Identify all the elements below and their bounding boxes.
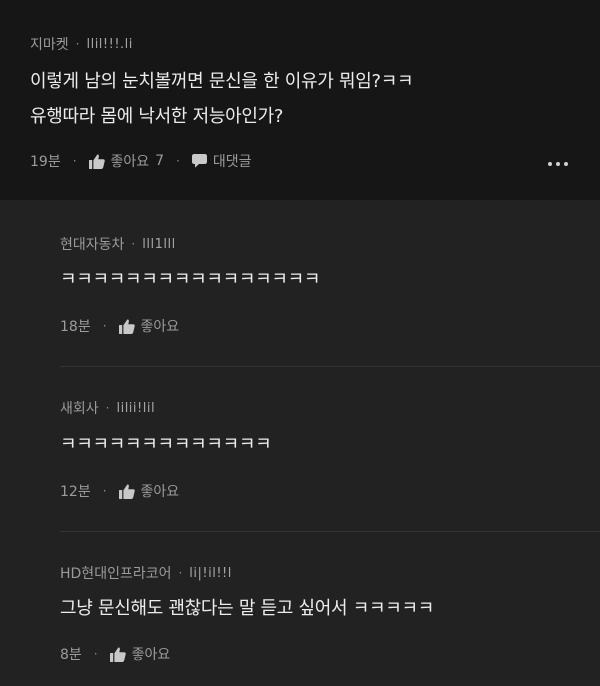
comment-body-line-2: 유행따라 몸에 낙서한 저능아인가? [30, 106, 284, 127]
like-button[interactable]: 좋아요 [109, 644, 171, 664]
like-label: 좋아요 [140, 319, 180, 335]
reply-header: HD현대인프라코어 · li|!il!!l [60, 563, 232, 583]
divider [60, 366, 600, 367]
thumbs-up-icon [88, 154, 105, 169]
like-button[interactable]: 좋아요 [118, 316, 180, 336]
more-options-icon[interactable] [544, 158, 572, 170]
separator-dot: · [75, 37, 80, 51]
thumbs-up-icon [109, 647, 126, 662]
author-badge: llil!!!.li [86, 36, 133, 52]
like-count: 7 [155, 153, 165, 169]
like-button[interactable]: 좋아요 7 [88, 151, 165, 171]
separator-dot: · [102, 319, 107, 333]
author-name[interactable]: 새회사 [60, 398, 99, 418]
reply-actions: 18분 · 좋아요 [60, 316, 179, 336]
reply-body: ㅋㅋㅋㅋㅋㅋㅋㅋㅋㅋㅋㅋㅋ [60, 434, 272, 455]
separator-dot: · [72, 154, 77, 168]
author-badge: li|!il!!l [189, 565, 232, 581]
reply-body: 그냥 문신해도 괜찮다는 말 듣고 싶어서 ㅋㅋㅋㅋㅋ [60, 598, 434, 619]
reply-time: 12분 [60, 484, 91, 500]
reply-actions: 12분 · 좋아요 [60, 481, 179, 501]
separator-dot: · [178, 566, 183, 580]
separator-dot: · [131, 237, 136, 251]
separator-dot: · [176, 154, 180, 168]
reply-button[interactable]: 대댓글 [191, 151, 252, 171]
comment-thread: 지마켓 · llil!!!.li 이렇게 남의 눈치볼꺼면 문신을 한 이유가 … [0, 0, 600, 686]
author-name[interactable]: 지마켓 [30, 34, 69, 54]
reply-time: 8분 [60, 647, 82, 663]
thumbs-up-icon [118, 319, 135, 334]
replies-section: 현대자동차 · lll1lll ㅋㅋㅋㅋㅋㅋㅋㅋㅋㅋㅋㅋㅋㅋㅋㅋ 18분 · 좋… [0, 200, 600, 686]
like-label: 좋아요 [131, 647, 171, 663]
reply-header: 현대자동차 · lll1lll [60, 234, 176, 254]
main-comment: 지마켓 · llil!!!.li 이렇게 남의 눈치볼꺼면 문신을 한 이유가 … [0, 0, 600, 200]
speech-bubble-icon [191, 154, 207, 168]
like-button[interactable]: 좋아요 [118, 481, 180, 501]
author-badge: lilii!lil [116, 400, 156, 416]
like-label: 좋아요 [110, 154, 150, 170]
author-name[interactable]: 현대자동차 [60, 234, 124, 254]
comment-actions: 19분 · 좋아요 7 · 대댓글 [30, 151, 252, 171]
like-label: 좋아요 [140, 484, 180, 500]
separator-dot: · [93, 647, 98, 661]
reply-header: 새회사 · lilii!lil [60, 398, 155, 418]
comment-time: 19분 [30, 154, 61, 170]
divider [60, 531, 600, 532]
thumbs-up-icon [118, 484, 135, 499]
reply-body: ㅋㅋㅋㅋㅋㅋㅋㅋㅋㅋㅋㅋㅋㅋㅋㅋ [60, 269, 321, 290]
reply-time: 18분 [60, 319, 91, 335]
separator-dot: · [102, 484, 107, 498]
comment-header: 지마켓 · llil!!!.li [30, 34, 133, 54]
author-badge: lll1lll [142, 236, 176, 252]
comment-body-line-1: 이렇게 남의 눈치볼꺼면 문신을 한 이유가 뭐임?ㅋㅋ [30, 71, 414, 92]
separator-dot: · [105, 401, 110, 415]
reply-label: 대댓글 [212, 154, 252, 170]
reply-actions: 8분 · 좋아요 [60, 644, 170, 664]
author-name[interactable]: HD현대인프라코어 [60, 563, 171, 583]
